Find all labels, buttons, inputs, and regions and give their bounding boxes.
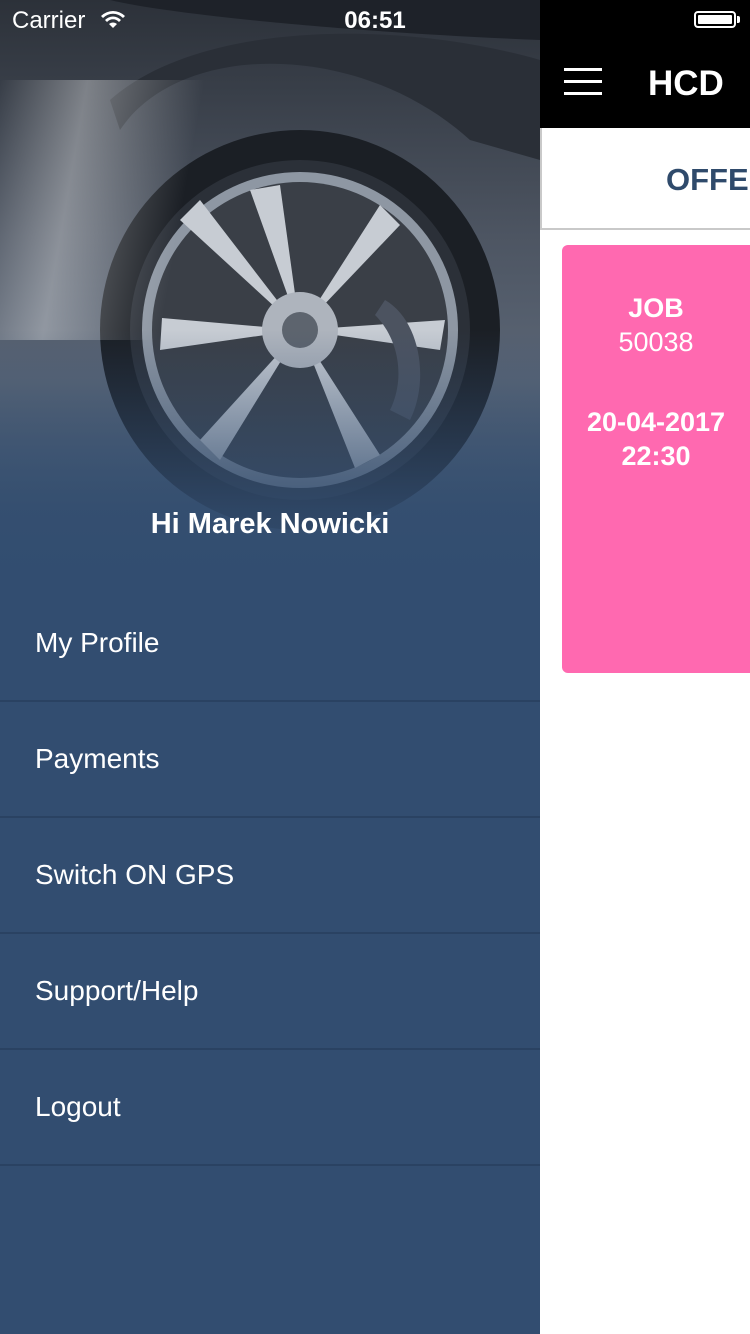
battery-icon: [694, 11, 740, 28]
job-time: 22:30: [621, 441, 691, 471]
menu-item-label: My Profile: [35, 627, 160, 658]
hamburger-menu-icon[interactable]: [564, 68, 602, 98]
menu-item-support-help[interactable]: Support/Help: [0, 934, 540, 1050]
menu-item-payments[interactable]: Payments: [0, 702, 540, 818]
menu-item-label: Payments: [35, 743, 160, 774]
main-content: HCD OFFER JOB 50038 20-04-2017 22:30: [540, 0, 750, 1334]
side-drawer: Hi Marek Nowicki My Profile Payments Swi…: [0, 0, 540, 1334]
drawer-header-image: [0, 0, 540, 590]
menu-item-label: Logout: [35, 1091, 121, 1122]
job-date: 20-04-2017: [586, 407, 726, 437]
menu-item-switch-gps[interactable]: Switch ON GPS: [0, 818, 540, 934]
user-greeting: Hi Marek Nowicki: [150, 508, 390, 540]
clock: 06:51: [344, 7, 406, 34]
drawer-menu: My Profile Payments Switch ON GPS Suppor…: [0, 586, 540, 1166]
job-card[interactable]: JOB 50038 20-04-2017 22:30: [562, 245, 750, 673]
menu-item-label: Support/Help: [35, 975, 199, 1006]
menu-item-my-profile[interactable]: My Profile: [0, 586, 540, 702]
status-bar: Carrier 06:51: [0, 0, 750, 40]
job-number: 50038: [618, 327, 694, 357]
menu-item-label: Switch ON GPS: [35, 859, 235, 890]
menu-item-logout[interactable]: Logout: [0, 1050, 540, 1166]
job-label: JOB: [628, 293, 684, 323]
app-title: HCD: [648, 64, 724, 103]
tab-offers[interactable]: OFFER: [666, 162, 750, 198]
tab-bar: OFFER: [540, 128, 750, 230]
